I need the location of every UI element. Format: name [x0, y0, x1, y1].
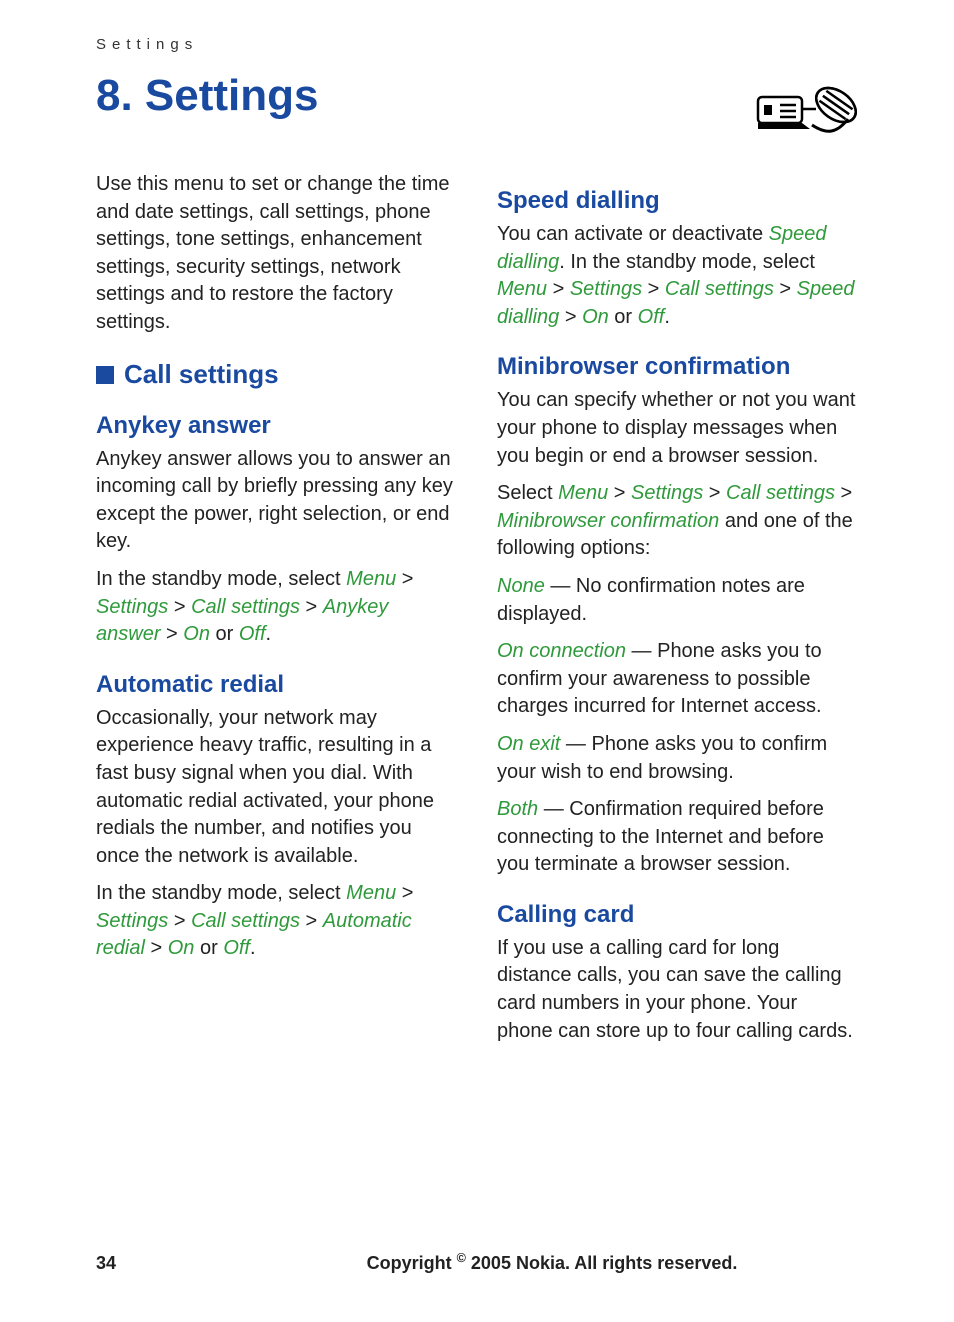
menu-term-on: On: [168, 937, 195, 959]
menu-term-call-settings: Call settings: [191, 596, 300, 618]
menu-term-on: On: [183, 623, 210, 645]
option-none: None — No confirmation notes are display…: [497, 573, 858, 628]
menu-term-call-settings: Call settings: [665, 278, 774, 300]
menu-term-on-exit: On exit: [497, 733, 560, 755]
menu-term-on: On: [582, 306, 609, 328]
text: Select: [497, 482, 558, 504]
anykey-description: Anykey answer allows you to answer an in…: [96, 446, 457, 556]
sep: >: [835, 482, 852, 504]
copyright-prefix: Copyright: [367, 1253, 457, 1273]
page-number: 34: [96, 1253, 246, 1274]
menu-term-on-connection: On connection: [497, 640, 626, 662]
text-or: or: [609, 306, 638, 328]
menu-term-off: Off: [223, 937, 250, 959]
menu-term-both: Both: [497, 798, 538, 820]
menu-term-settings: Settings: [96, 910, 168, 932]
calling-card-description: If you use a calling card for long dista…: [497, 935, 858, 1045]
text: In the standby mode, select: [96, 568, 346, 590]
menu-term-menu: Menu: [346, 568, 396, 590]
autoredial-description: Occasionally, your network may experienc…: [96, 705, 457, 871]
section-call-settings: Call settings: [96, 359, 457, 390]
sep: >: [396, 568, 413, 590]
menu-term-menu: Menu: [346, 882, 396, 904]
menu-term-minibrowser-confirmation: Minibrowser confirmation: [497, 510, 719, 532]
sep: >: [703, 482, 726, 504]
dot: .: [266, 623, 272, 645]
sep: >: [300, 910, 323, 932]
minibrowser-path: Select Menu > Settings > Call settings >…: [497, 480, 858, 563]
speeddial-path: You can activate or deactivate Speed dia…: [497, 221, 858, 331]
menu-term-call-settings: Call settings: [726, 482, 835, 504]
option-desc: — Confirmation required before connectin…: [497, 798, 824, 875]
text: You can activate or deactivate: [497, 223, 769, 245]
manual-page: Settings 8. Settings: [0, 0, 954, 1322]
running-header: Settings: [96, 36, 858, 53]
copyright-symbol: ©: [457, 1251, 466, 1265]
sep: >: [547, 278, 570, 300]
sep: >: [160, 623, 183, 645]
minibrowser-description: You can specify whether or not you want …: [497, 387, 858, 470]
sep: >: [300, 596, 323, 618]
heading-automatic-redial: Automatic redial: [96, 671, 457, 699]
page-footer: 34 Copyright © 2005 Nokia. All rights re…: [96, 1251, 858, 1274]
menu-term-none: None: [497, 575, 545, 597]
option-on-connection: On connection — Phone asks you to confir…: [497, 638, 858, 721]
sep: >: [559, 306, 582, 328]
chapter-title: 8. Settings: [96, 71, 319, 121]
heading-calling-card: Calling card: [497, 901, 858, 929]
intro-paragraph: Use this menu to set or change the time …: [96, 171, 457, 337]
option-both: Both — Confirmation required before conn…: [497, 796, 858, 879]
copyright-suffix: 2005 Nokia. All rights reserved.: [466, 1253, 737, 1273]
menu-term-off: Off: [239, 623, 266, 645]
text-or: or: [194, 937, 223, 959]
dot: .: [664, 306, 670, 328]
body-columns: Use this menu to set or change the time …: [96, 165, 858, 1055]
menu-term-call-settings: Call settings: [191, 910, 300, 932]
autoredial-path: In the standby mode, select Menu > Setti…: [96, 880, 457, 963]
menu-term-off: Off: [638, 306, 665, 328]
sep: >: [168, 596, 191, 618]
sep: >: [608, 482, 631, 504]
menu-term-settings: Settings: [631, 482, 703, 504]
heading-speed-dialling: Speed dialling: [497, 187, 858, 215]
sep: >: [642, 278, 665, 300]
text: . In the standby mode, select: [559, 251, 815, 273]
text-or: or: [210, 623, 239, 645]
copyright-line: Copyright © 2005 Nokia. All rights reser…: [246, 1251, 858, 1274]
heading-minibrowser-confirmation: Minibrowser confirmation: [497, 353, 858, 381]
option-on-exit: On exit — Phone asks you to confirm your…: [497, 731, 858, 786]
sep: >: [774, 278, 797, 300]
sep: >: [168, 910, 191, 932]
sep: >: [145, 937, 168, 959]
sep: >: [396, 882, 413, 904]
menu-term-menu: Menu: [558, 482, 608, 504]
menu-term-settings: Settings: [570, 278, 642, 300]
dot: .: [250, 937, 256, 959]
chapter-header-row: 8. Settings: [96, 71, 858, 165]
anykey-path: In the standby mode, select Menu > Setti…: [96, 566, 457, 649]
heading-anykey-answer: Anykey answer: [96, 412, 457, 440]
settings-tool-icon: [752, 75, 862, 152]
menu-term-menu: Menu: [497, 278, 547, 300]
text: In the standby mode, select: [96, 882, 346, 904]
menu-term-settings: Settings: [96, 596, 168, 618]
